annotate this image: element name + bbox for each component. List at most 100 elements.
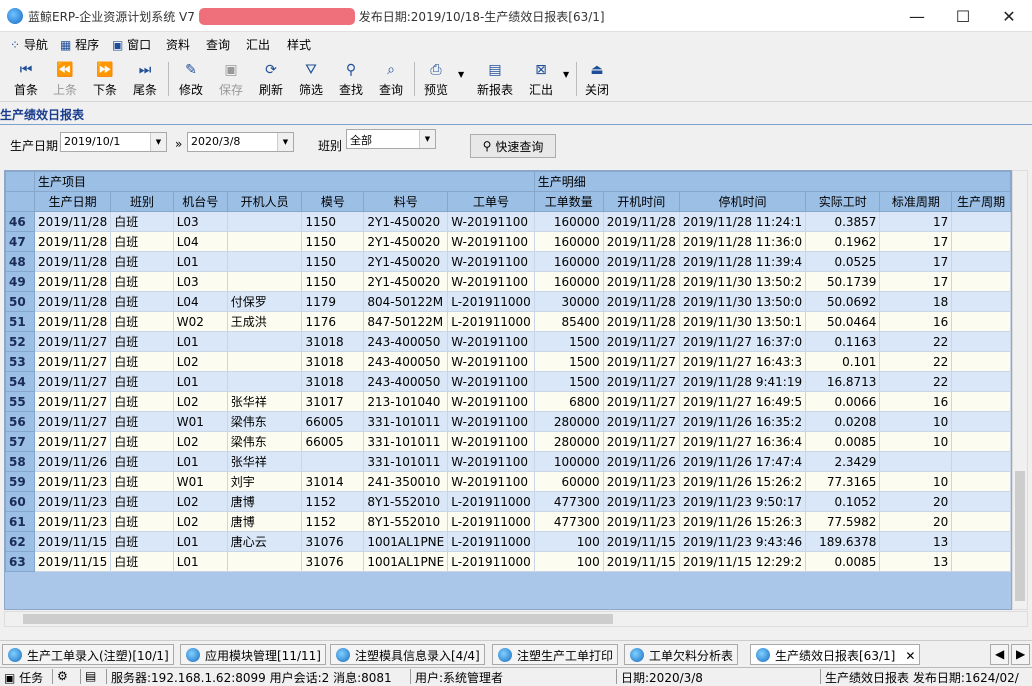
- table-cell[interactable]: 张华祥: [226, 451, 303, 472]
- menu-data[interactable]: 资料: [166, 36, 190, 53]
- table-row[interactable]: 55 2019/11/27 白班 L02 张华祥 31017 213-101040 W-201…: [5, 391, 1011, 412]
- table-row[interactable]: 59 2019/11/23 白班 W01 刘宇 31014 241-350010 W-2019…: [5, 471, 1011, 492]
- table-cell[interactable]: 10: [879, 471, 953, 492]
- table-cell[interactable]: W02: [172, 311, 228, 332]
- shift-select[interactable]: 全部 ▼: [346, 129, 436, 149]
- table-cell[interactable]: 0.0085: [805, 551, 881, 572]
- table-cell[interactable]: 243-400050: [363, 331, 449, 352]
- table-cell[interactable]: 梁伟东: [226, 431, 303, 452]
- table-cell[interactable]: 2019/11/23: [34, 471, 112, 492]
- table-cell[interactable]: 2019/11/28 9:41:19: [678, 371, 807, 392]
- table-cell[interactable]: 85400: [533, 311, 604, 332]
- table-cell[interactable]: 2019/11/15: [602, 551, 680, 572]
- table-cell[interactable]: [951, 331, 1011, 352]
- table-cell[interactable]: 2019/11/27: [34, 431, 112, 452]
- table-cell[interactable]: L01: [172, 531, 228, 552]
- table-cell[interactable]: W-20191100: [447, 371, 535, 392]
- menu-program[interactable]: ▦ 程序: [60, 36, 99, 53]
- table-cell[interactable]: 100: [533, 551, 604, 572]
- table-cell[interactable]: [951, 471, 1011, 492]
- table-cell[interactable]: 白班: [110, 411, 174, 432]
- table-cell[interactable]: 0.1052: [805, 491, 881, 512]
- table-cell[interactable]: W-20191100: [447, 231, 535, 252]
- table-cell[interactable]: [951, 391, 1011, 412]
- table-cell[interactable]: 白班: [110, 291, 174, 312]
- table-cell[interactable]: 2019/11/27 16:36:4: [678, 431, 807, 452]
- table-cell[interactable]: 1150: [301, 271, 365, 292]
- table-cell[interactable]: [226, 231, 303, 252]
- table-cell[interactable]: [226, 251, 303, 272]
- table-cell[interactable]: 31018: [301, 371, 365, 392]
- table-cell[interactable]: 31018: [301, 331, 365, 352]
- table-cell[interactable]: 16: [879, 391, 953, 412]
- table-row[interactable]: 46 2019/11/28 白班 L03 1150 2Y1-450020 W-2019110…: [5, 211, 1011, 232]
- row-number[interactable]: 60: [5, 491, 36, 512]
- column-header[interactable]: 开机人员: [226, 191, 303, 212]
- table-cell[interactable]: 241-350010: [363, 471, 449, 492]
- table-cell[interactable]: 2019/11/27: [602, 431, 680, 452]
- column-header[interactable]: 模号: [301, 191, 365, 212]
- menu-window[interactable]: ▣ 窗口: [112, 36, 151, 53]
- table-cell[interactable]: 243-400050: [363, 351, 449, 372]
- table-cell[interactable]: 2019/11/28: [34, 291, 112, 312]
- table-cell[interactable]: [951, 231, 1011, 252]
- close-button[interactable]: ⏏ 关闭: [578, 58, 616, 100]
- table-cell[interactable]: 77.3165: [805, 471, 881, 492]
- table-cell[interactable]: [951, 511, 1011, 532]
- table-cell[interactable]: 22: [879, 331, 953, 352]
- table-cell[interactable]: 243-400050: [363, 371, 449, 392]
- table-cell[interactable]: 1500: [533, 351, 604, 372]
- table-cell[interactable]: 0.3857: [805, 211, 881, 232]
- table-cell[interactable]: 1150: [301, 211, 365, 232]
- table-cell[interactable]: 白班: [110, 271, 174, 292]
- column-header[interactable]: 工单数量: [533, 191, 604, 212]
- table-cell[interactable]: [951, 271, 1011, 292]
- table-cell[interactable]: 1500: [533, 331, 604, 352]
- table-cell[interactable]: 2019/11/23: [602, 491, 680, 512]
- table-cell[interactable]: L02: [172, 431, 228, 452]
- table-cell[interactable]: 0.0525: [805, 251, 881, 272]
- table-row[interactable]: 60 2019/11/23 白班 L02 唐博 1152 8Y1-552010 L-20191…: [5, 491, 1011, 512]
- row-number[interactable]: 51: [5, 311, 36, 332]
- table-cell[interactable]: [226, 371, 303, 392]
- table-cell[interactable]: 280000: [533, 411, 604, 432]
- table-cell[interactable]: 1001AL1PNE: [363, 551, 449, 572]
- table-row[interactable]: 49 2019/11/28 白班 L03 1150 2Y1-450020 W-2019110…: [5, 271, 1011, 292]
- table-cell[interactable]: 22: [879, 351, 953, 372]
- vertical-scroll-thumb[interactable]: [1015, 471, 1025, 601]
- table-cell[interactable]: 1001AL1PNE: [363, 531, 449, 552]
- column-header[interactable]: 生产周期: [951, 191, 1011, 212]
- table-cell[interactable]: 白班: [110, 331, 174, 352]
- date-from-field[interactable]: 2019/10/1 ▼: [60, 132, 167, 152]
- table-cell[interactable]: 白班: [110, 551, 174, 572]
- table-cell[interactable]: 13: [879, 531, 953, 552]
- table-cell[interactable]: 847-50122M: [363, 311, 449, 332]
- prev-record-button[interactable]: ⏪ 上条: [46, 58, 84, 100]
- table-cell[interactable]: 白班: [110, 511, 174, 532]
- table-cell[interactable]: 2019/11/28: [34, 231, 112, 252]
- table-cell[interactable]: 2019/11/28: [34, 271, 112, 292]
- tab-work-order-print[interactable]: 注塑生产工单打印: [492, 644, 619, 665]
- table-cell[interactable]: 2019/11/27: [34, 351, 112, 372]
- monitor-icon[interactable]: ▤: [80, 669, 96, 684]
- row-number[interactable]: 63: [5, 551, 36, 572]
- table-cell[interactable]: 2019/11/23: [34, 491, 112, 512]
- refresh-button[interactable]: ⟳ 刷新: [252, 58, 290, 100]
- table-cell[interactable]: L-201911000: [447, 531, 535, 552]
- table-cell[interactable]: 白班: [110, 351, 174, 372]
- table-cell[interactable]: L-201911000: [447, 551, 535, 572]
- table-cell[interactable]: [951, 431, 1011, 452]
- menu-export[interactable]: 汇出: [246, 36, 270, 53]
- table-cell[interactable]: L-201911000: [447, 311, 535, 332]
- table-cell[interactable]: W-20191100: [447, 451, 535, 472]
- horizontal-scrollbar[interactable]: [4, 611, 1028, 627]
- table-cell[interactable]: 2019/11/27: [602, 331, 680, 352]
- table-cell[interactable]: W-20191100: [447, 431, 535, 452]
- table-cell[interactable]: 白班: [110, 211, 174, 232]
- table-cell[interactable]: [226, 271, 303, 292]
- maximize-button[interactable]: ☐: [940, 0, 986, 32]
- table-cell[interactable]: [951, 451, 1011, 472]
- table-cell[interactable]: 10: [879, 431, 953, 452]
- table-cell[interactable]: L02: [172, 491, 228, 512]
- table-cell[interactable]: L-201911000: [447, 491, 535, 512]
